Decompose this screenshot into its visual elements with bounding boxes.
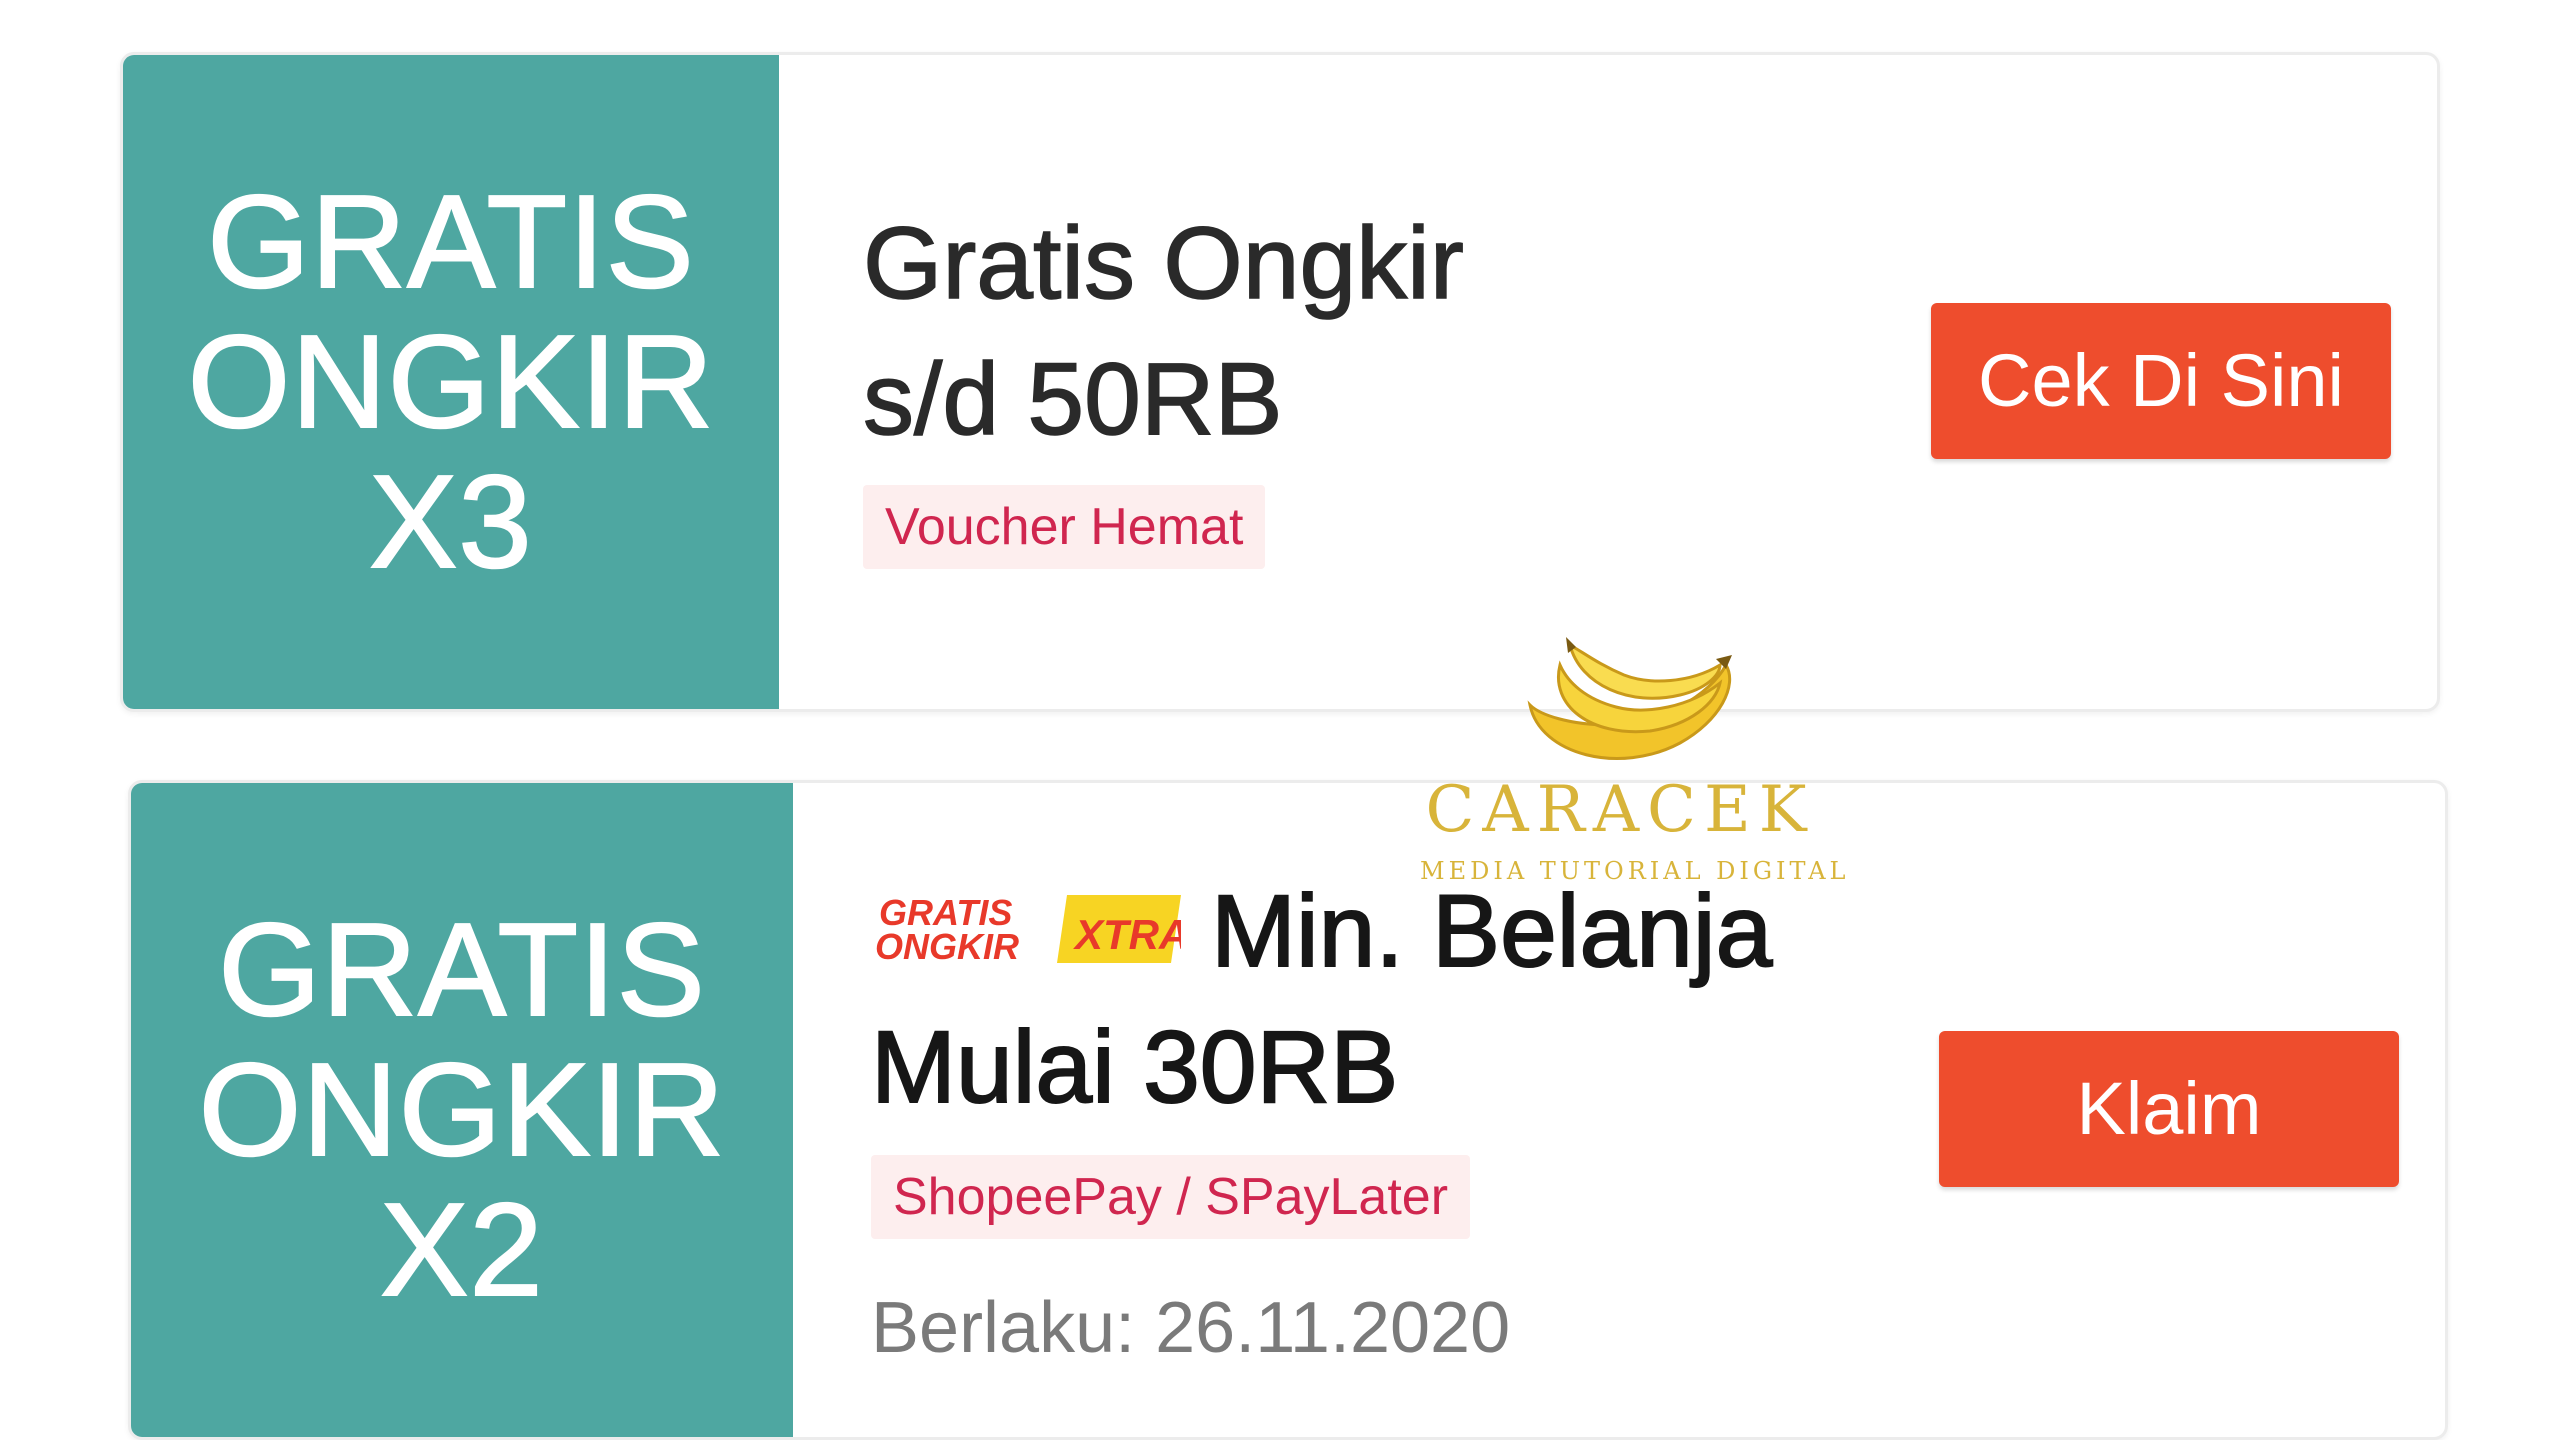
voucher-tag: ShopeePay / SPayLater [871, 1155, 1471, 1239]
perforated-edge [131, 783, 145, 1437]
stub-text-line: X3 [368, 448, 533, 595]
stub-text-line: ONGKIR [198, 1036, 726, 1183]
voucher-body: GRATIS ONGKIR XTRA Min. Belanja Mulai 30… [870, 783, 2445, 1437]
voucher-body: Gratis Ongkir s/d 50RB Voucher Hemat Cek… [862, 55, 2437, 709]
badge-word: ONGKIR [875, 926, 1019, 967]
voucher-title-line: s/d 50RB [862, 341, 1283, 457]
voucher-title: Gratis Ongkir s/d 50RB [862, 195, 1464, 467]
stub-text-line: GRATIS [217, 896, 706, 1043]
voucher-stub: GRATIS ONGKIR X3 [123, 55, 779, 709]
perforated-edge [123, 55, 137, 709]
voucher-title-text: Min. Belanja [1210, 873, 1773, 989]
badge-word: XTRA [1073, 911, 1181, 958]
voucher-card: GRATIS ONGKIR X3 Gratis Ongkir s/d 50RB … [120, 52, 2440, 712]
stub-text-line: ONGKIR [187, 308, 715, 455]
klaim-button[interactable]: Klaim [1939, 1031, 2399, 1187]
voucher-title-line: Mulai 30RB [870, 1009, 1399, 1125]
voucher-card: GRATIS ONGKIR X2 GRATIS ONGKIR XTRA Min.… [128, 780, 2448, 1440]
validity-date: Berlaku: 26.11.2020 [871, 1288, 1511, 1368]
voucher-title-line: Gratis Ongkir [862, 205, 1464, 321]
stub-text-line: GRATIS [206, 168, 695, 315]
voucher-tag: Voucher Hemat [863, 485, 1266, 569]
gratis-ongkir-xtra-badge: GRATIS ONGKIR XTRA [875, 892, 1181, 967]
voucher-title-line: GRATIS ONGKIR XTRA Min. Belanja [871, 863, 1773, 999]
voucher-stub: GRATIS ONGKIR X2 [131, 783, 793, 1437]
voucher-title: GRATIS ONGKIR XTRA Min. Belanja Mulai 30… [870, 863, 1773, 1135]
cek-di-sini-button[interactable]: Cek Di Sini [1931, 303, 2391, 459]
stub-text-line: X2 [379, 1176, 544, 1323]
